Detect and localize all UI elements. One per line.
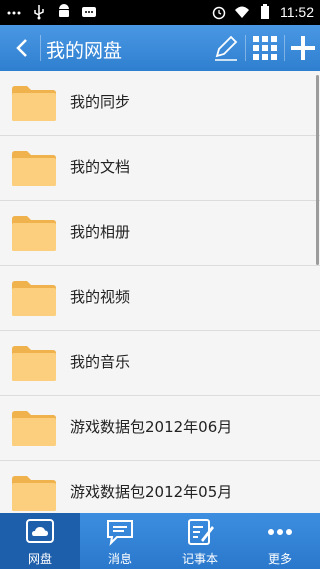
message-icon (81, 4, 97, 20)
folder-name: 我的同步 (70, 93, 131, 111)
wifi-icon (234, 4, 250, 20)
chevron-left-icon (16, 39, 27, 57)
folder-icon (12, 281, 56, 316)
android-icon (56, 4, 72, 20)
folder-row[interactable]: 我的同步 (0, 71, 320, 136)
folder-name: 我的文档 (70, 158, 131, 176)
folder-icon (12, 151, 56, 186)
folder-name: 游戏数据包2012年06月 (70, 418, 233, 436)
chat-icon (107, 520, 133, 546)
nav-label: 消息 (107, 552, 132, 566)
add-icon (291, 36, 315, 60)
nav-label: 更多 (267, 552, 292, 566)
edit-button[interactable] (208, 33, 242, 63)
usb-icon (31, 4, 47, 20)
folder-row[interactable]: 游戏数据包2012年05月 (0, 461, 320, 513)
folder-icon (12, 346, 56, 381)
more-dots-icon (6, 4, 22, 20)
folder-icon (12, 216, 56, 251)
alarm-icon (211, 4, 227, 20)
notepad-icon (188, 519, 214, 545)
page-title: 我的网盘 (46, 40, 123, 62)
nav-label: 网盘 (27, 552, 52, 566)
edit-icon (215, 35, 238, 61)
folder-row[interactable]: 我的音乐 (0, 331, 320, 396)
status-bar: 11:52 (0, 0, 320, 25)
nav-item-more[interactable]: 更多 (240, 513, 320, 569)
folder-row[interactable]: 我的视频 (0, 266, 320, 331)
folder-row[interactable]: 游戏数据包2012年06月 (0, 396, 320, 461)
folder-row[interactable]: 我的文档 (0, 136, 320, 201)
more-icon (268, 529, 292, 535)
cloud-icon (26, 519, 54, 543)
status-time: 11:52 (280, 4, 314, 20)
title-bar: 我的网盘 (0, 25, 320, 71)
scrollbar[interactable] (316, 75, 319, 265)
grid-icon (253, 36, 277, 60)
folder-icon (12, 476, 56, 511)
nav-label: 记事本 (181, 552, 218, 566)
folder-row[interactable]: 我的相册 (0, 201, 320, 266)
folder-list: 我的同步我的文档我的相册我的视频我的音乐游戏数据包2012年06月 游戏数据包20… (0, 71, 320, 513)
folder-icon (12, 411, 56, 446)
folder-icon (12, 86, 56, 121)
folder-name: 我的相册 (70, 223, 131, 241)
add-button[interactable] (286, 33, 320, 63)
back-button[interactable] (8, 33, 36, 63)
nav-item-notepad[interactable]: 记事本 (160, 513, 240, 569)
battery-icon (257, 4, 273, 20)
grid-view-button[interactable] (248, 33, 282, 63)
folder-name: 游戏数据包2012年05月 (70, 483, 233, 501)
folder-name: 我的音乐 (70, 353, 131, 371)
bottom-nav: 网盘 消息 记事本 更多 (0, 513, 320, 569)
nav-item-messages[interactable]: 消息 (80, 513, 160, 569)
folder-name: 我的视频 (70, 288, 131, 306)
nav-item-netdisk[interactable]: 网盘 (0, 513, 80, 569)
